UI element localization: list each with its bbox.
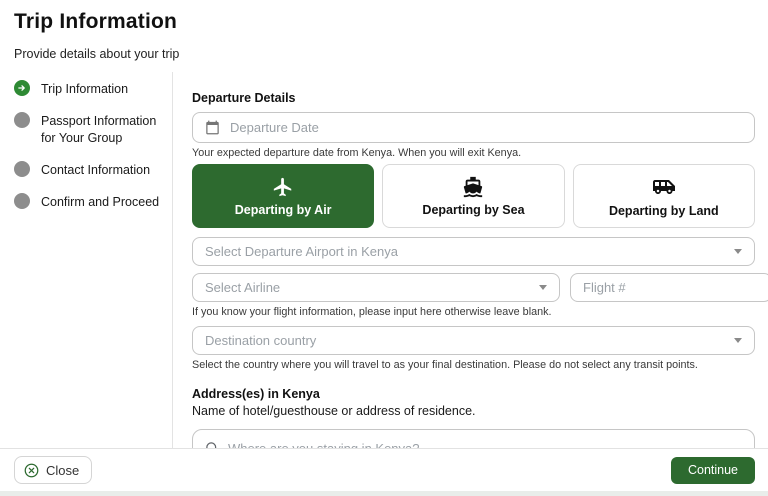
step-label: Passport Information for Your Group — [41, 112, 162, 146]
step-trip-information[interactable]: Trip Information — [14, 80, 162, 97]
step-contact-information[interactable]: Contact Information — [14, 161, 162, 178]
departure-details-heading: Departure Details — [192, 91, 755, 105]
departure-date-help: Your expected departure date from Kenya.… — [192, 147, 755, 159]
flight-number-input[interactable] — [583, 274, 759, 301]
arrow-right-circle-icon — [14, 80, 30, 96]
mode-label: Departing by Sea — [422, 203, 524, 217]
departure-date-input[interactable] — [230, 113, 742, 142]
dot-icon — [14, 161, 30, 177]
mode-label: Departing by Air — [235, 203, 332, 217]
search-icon — [205, 441, 220, 449]
departure-mode-group: Departing by Air Departing by Sea Depart… — [192, 164, 755, 228]
plane-icon — [272, 176, 294, 198]
step-label: Confirm and Proceed — [41, 193, 159, 210]
departing-by-land-button[interactable]: Departing by Land — [573, 164, 755, 228]
boat-icon — [462, 176, 484, 198]
flight-info-row: Select Airline — [192, 273, 755, 302]
page-header: Trip Information Provide details about y… — [14, 10, 179, 61]
footer: Close Continue — [0, 448, 768, 496]
departing-by-sea-button[interactable]: Departing by Sea — [382, 164, 564, 228]
address-search-input[interactable] — [228, 430, 742, 448]
close-circle-icon — [24, 463, 39, 478]
step-label: Trip Information — [41, 80, 128, 97]
calendar-icon — [205, 120, 220, 135]
select-placeholder: Select Departure Airport in Kenya — [205, 244, 724, 259]
select-placeholder: Destination country — [205, 333, 724, 348]
departure-date-field[interactable] — [192, 112, 755, 143]
step-confirm-and-proceed[interactable]: Confirm and Proceed — [14, 193, 162, 210]
stepper-sidebar: Trip Information Passport Information fo… — [0, 72, 173, 448]
flight-info-help: If you know your flight information, ple… — [192, 306, 755, 318]
chevron-down-icon — [734, 249, 742, 254]
select-placeholder: Select Airline — [205, 280, 529, 295]
destination-country-help: Select the country where you will travel… — [192, 359, 755, 371]
page-subtitle: Provide details about your trip — [14, 47, 179, 61]
chevron-down-icon — [734, 338, 742, 343]
address-heading: Address(es) in Kenya — [192, 387, 755, 401]
departing-by-air-button[interactable]: Departing by Air — [192, 164, 374, 228]
close-button-label: Close — [46, 463, 79, 478]
trip-form: Departure Details Your expected departur… — [174, 72, 768, 448]
shuttle-icon — [652, 175, 676, 199]
mode-label: Departing by Land — [609, 204, 719, 218]
close-button[interactable]: Close — [14, 456, 92, 484]
bottom-strip — [0, 491, 768, 496]
flight-number-field[interactable] — [570, 273, 768, 302]
destination-country-select[interactable]: Destination country — [192, 326, 755, 355]
page-title: Trip Information — [14, 10, 179, 34]
continue-button[interactable]: Continue — [671, 457, 755, 484]
dot-icon — [14, 112, 30, 128]
step-passport-information[interactable]: Passport Information for Your Group — [14, 112, 162, 146]
departure-airport-select[interactable]: Select Departure Airport in Kenya — [192, 237, 755, 266]
airline-select[interactable]: Select Airline — [192, 273, 560, 302]
step-label: Contact Information — [41, 161, 150, 178]
chevron-down-icon — [539, 285, 547, 290]
address-subtitle: Name of hotel/guesthouse or address of r… — [192, 404, 755, 418]
address-search-field[interactable] — [192, 429, 755, 448]
dot-icon — [14, 193, 30, 209]
